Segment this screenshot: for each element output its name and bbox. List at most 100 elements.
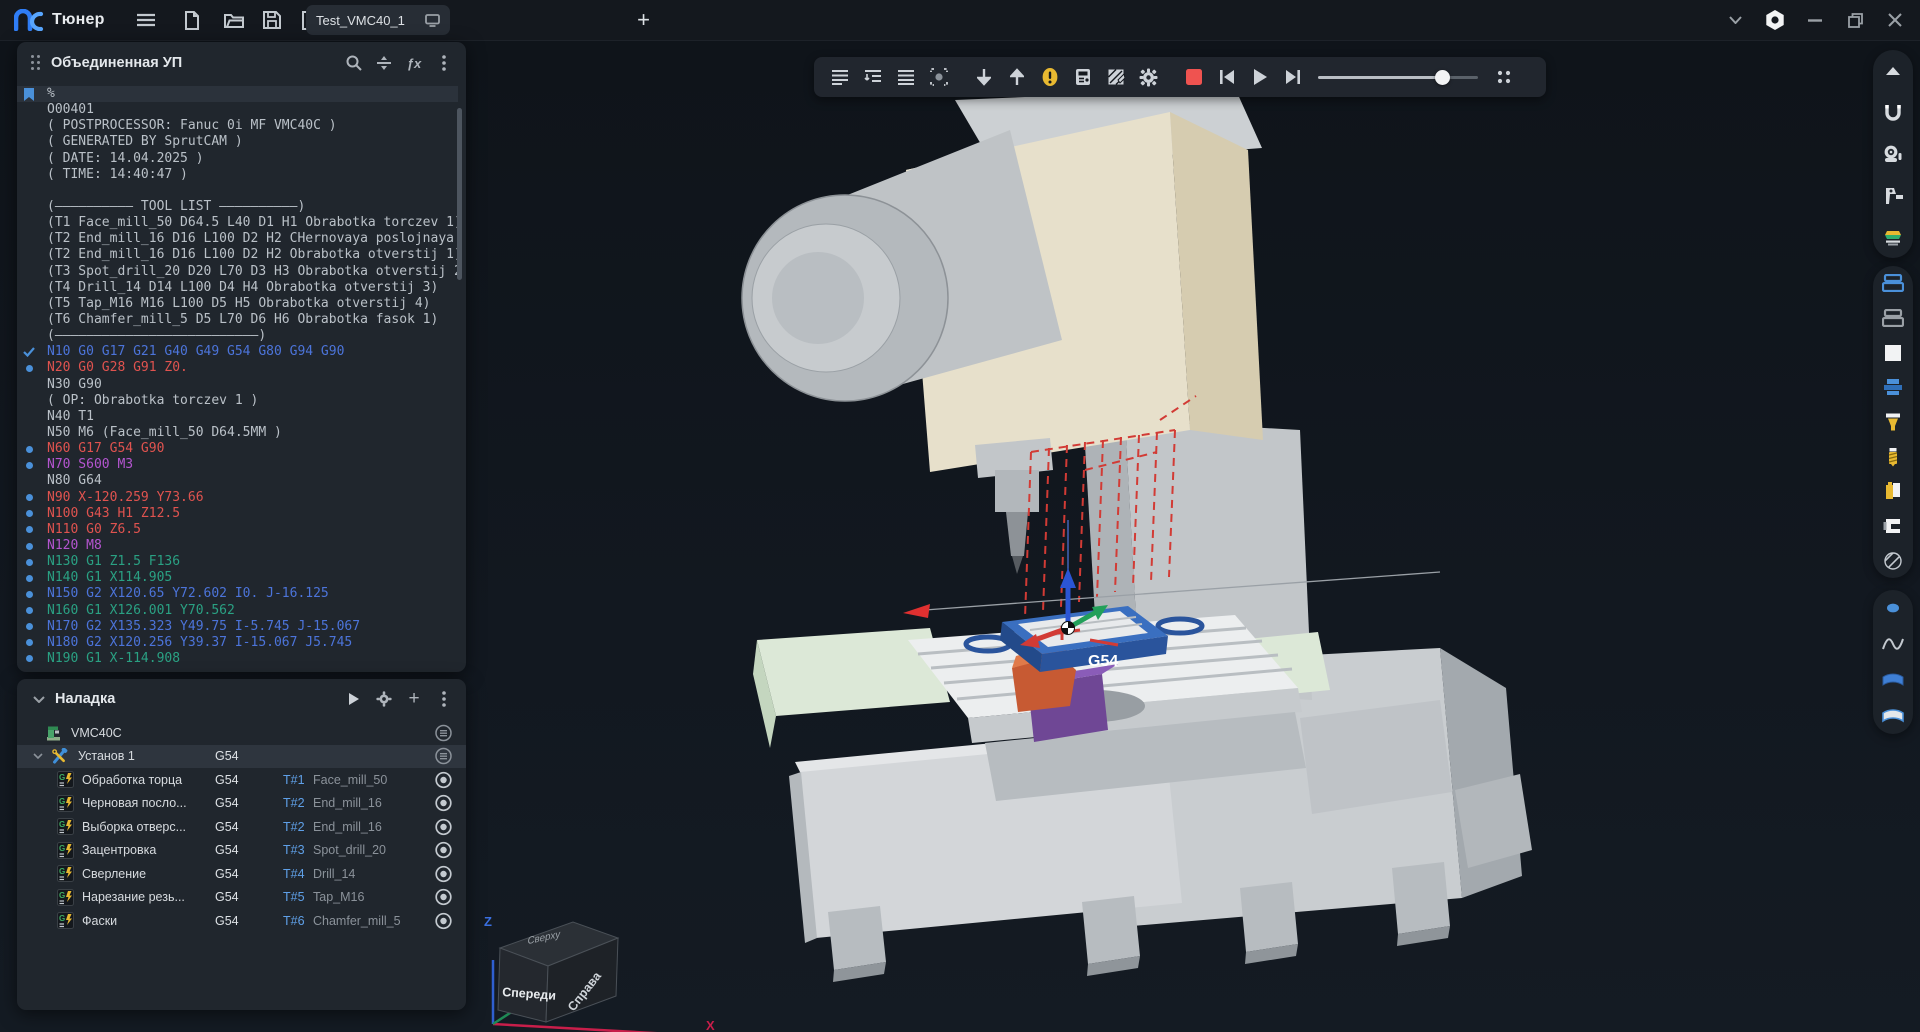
- close-button[interactable]: [1878, 5, 1912, 35]
- tool-assembly-visibility-button[interactable]: [1876, 474, 1910, 508]
- gcode-line[interactable]: N120 M8: [17, 538, 458, 554]
- tree-row-operation[interactable]: G Фаски G54 T#6 Chamfer_mill_5: [17, 909, 466, 933]
- skip-to-end-button[interactable]: [1277, 62, 1308, 92]
- speed-slider[interactable]: [1318, 62, 1478, 92]
- nc-scrollbar-thumb[interactable]: [457, 108, 462, 280]
- add-item-button[interactable]: +: [402, 687, 426, 711]
- setup-more-options-button[interactable]: [432, 687, 456, 711]
- tree-row-operation[interactable]: G Выборка отверс... G54 T#2 End_mill_16: [17, 815, 466, 839]
- gcode-line[interactable]: [17, 183, 458, 199]
- tree-row-operation[interactable]: G Зацентровка G54 T#3 Spot_drill_20: [17, 839, 466, 863]
- gcode-line[interactable]: (T2 End_mill_16 D16 L100 D2 H2 Obrabotka…: [17, 247, 458, 263]
- gcode-line[interactable]: N190 G1 X-114.908: [17, 651, 458, 667]
- material-hatch-visibility-button[interactable]: [1876, 544, 1910, 578]
- gcode-line[interactable]: O00401: [17, 102, 458, 118]
- gcode-line[interactable]: ( OP: Obrabotka torczev 1 ): [17, 393, 458, 409]
- tree-row-operation[interactable]: G Сверление G54 T#4 Drill_14: [17, 862, 466, 886]
- gcode-line[interactable]: N170 G2 X135.323 Y49.75 I-5.745 J-15.067: [17, 619, 458, 635]
- gcode-line[interactable]: N40 T1: [17, 409, 458, 425]
- show-listing-button[interactable]: [890, 62, 921, 92]
- goto-first-line-button[interactable]: [824, 62, 855, 92]
- gcode-line[interactable]: %: [17, 86, 458, 102]
- gcode-line[interactable]: N10 G0 G17 G21 G40 G49 G54 G80 G94 G90: [17, 344, 458, 360]
- gcode-line[interactable]: (T6 Chamfer_mill_5 D5 L70 D6 H6 Obrabotk…: [17, 312, 458, 328]
- window-dropdown-button[interactable]: [1718, 5, 1752, 35]
- toolpath-visibility-button[interactable]: [1876, 627, 1910, 661]
- nc-more-options-button[interactable]: [432, 51, 456, 75]
- step-down-button[interactable]: [968, 62, 999, 92]
- gcode-line[interactable]: N60 G17 G54 G90: [17, 441, 458, 457]
- gcode-line[interactable]: N90 X-120.259 Y73.66: [17, 490, 458, 506]
- new-tab-button[interactable]: +: [627, 5, 661, 35]
- gcode-line[interactable]: N110 G0 Z6.5: [17, 522, 458, 538]
- focus-selection-button[interactable]: [923, 62, 954, 92]
- drag-handle[interactable]: [31, 55, 41, 71]
- save-file-button[interactable]: [255, 5, 289, 35]
- operation-target-button[interactable]: [435, 818, 452, 835]
- machine-visibility-button[interactable]: [1876, 266, 1910, 300]
- gcode-line[interactable]: N130 G1 Z1.5 F136: [17, 554, 458, 570]
- gcode-line[interactable]: ( GENERATED BY SprutCAM ): [17, 134, 458, 150]
- app-settings-button[interactable]: [1758, 5, 1792, 35]
- band-blue-visibility-button[interactable]: [1876, 663, 1910, 697]
- fx-functions-button[interactable]: ƒx: [402, 51, 426, 75]
- speed-slider-knob[interactable]: [1435, 70, 1450, 85]
- warnings-button[interactable]: [1034, 62, 1065, 92]
- gcode-line[interactable]: (——————————————————————————): [17, 328, 458, 344]
- gcode-line[interactable]: (T2 End_mill_16 D16 L100 D2 H2 CHernovay…: [17, 231, 458, 247]
- simulation-camera-button[interactable]: [1876, 137, 1910, 171]
- snap-magnet-button[interactable]: [1876, 95, 1910, 129]
- gcode-line[interactable]: ( TIME: 14:40:47 ): [17, 167, 458, 183]
- operation-target-button[interactable]: [435, 889, 452, 906]
- operation-target-button[interactable]: [435, 795, 452, 812]
- operation-target-button[interactable]: [435, 912, 452, 929]
- tree-row-operation[interactable]: G Черновая посло... G54 T#2 End_mill_16: [17, 792, 466, 816]
- gcode-listing[interactable]: % O00401: [17, 86, 458, 668]
- setup-row-menu-button[interactable]: [435, 748, 452, 765]
- gcode-line[interactable]: N100 G43 H1 Z12.5: [17, 506, 458, 522]
- stop-button[interactable]: [1178, 62, 1209, 92]
- gcode-line[interactable]: (T4 Drill_14 D14 L100 D4 H4 Obrabotka ot…: [17, 280, 458, 296]
- tool-visibility-button[interactable]: [1876, 440, 1910, 474]
- measure-caliper-button[interactable]: [1876, 179, 1910, 213]
- spindle-head-visibility-button[interactable]: [1876, 509, 1910, 543]
- simulation-settings-button[interactable]: [1133, 62, 1164, 92]
- gcode-line[interactable]: N180 G2 X120.256 Y39.37 I-15.067 J5.745: [17, 635, 458, 651]
- collapse-chevron-icon[interactable]: [33, 696, 45, 703]
- view-cube[interactable]: Z X Y Сверху Спереди Справа: [478, 908, 728, 1032]
- band-light-visibility-button[interactable]: [1876, 699, 1910, 733]
- main-menu-button[interactable]: [129, 5, 163, 35]
- open-file-button[interactable]: [217, 5, 251, 35]
- play-button[interactable]: [1244, 62, 1275, 92]
- edit-stock-button[interactable]: [1100, 62, 1131, 92]
- search-button[interactable]: [342, 51, 366, 75]
- gcode-line[interactable]: N20 G0 G28 G91 Z0.: [17, 360, 458, 376]
- workpiece-visibility-button[interactable]: [1876, 336, 1910, 370]
- stock-visibility-button[interactable]: [1876, 220, 1910, 254]
- run-simulation-button[interactable]: [342, 687, 366, 711]
- tree-row-machine[interactable]: VMC40C: [17, 721, 466, 745]
- center-on-line-button[interactable]: [372, 51, 396, 75]
- machine-housing-visibility-button[interactable]: [1876, 301, 1910, 335]
- machine-row-menu-button[interactable]: [435, 724, 452, 741]
- gcode-line[interactable]: ( POSTPROCESSOR: Fanuc 0i MF VMC40C ): [17, 118, 458, 134]
- document-tab[interactable]: Test_VMC40_1: [306, 5, 450, 35]
- gcode-line[interactable]: N70 S600 M3: [17, 457, 458, 473]
- toolholder-visibility-button[interactable]: [1876, 405, 1910, 439]
- gcode-line[interactable]: (T5 Tap_M16 M16 L100 D5 H5 Obrabotka otv…: [17, 296, 458, 312]
- gcode-line[interactable]: N30 G90: [17, 377, 458, 393]
- operation-target-button[interactable]: [435, 842, 452, 859]
- operation-target-button[interactable]: [435, 771, 452, 788]
- collapse-up-button[interactable]: [1876, 54, 1910, 88]
- tree-row-operation[interactable]: G Нарезание резь... G54 T#5 Tap_M16: [17, 886, 466, 910]
- tree-row-operation[interactable]: G Обработка торца G54 T#1 Face_mill_50: [17, 768, 466, 792]
- gcode-line[interactable]: ( DATE: 14.04.2025 ): [17, 151, 458, 167]
- gcode-line[interactable]: N80 G64: [17, 473, 458, 489]
- operation-target-button[interactable]: [435, 865, 452, 882]
- new-file-button[interactable]: [175, 5, 209, 35]
- tree-row-setup[interactable]: Установ 1 G54: [17, 745, 466, 769]
- fixture-visibility-button[interactable]: [1876, 370, 1910, 404]
- gcode-line[interactable]: (T1 Face_mill_50 D64.5 L40 D1 H1 Obrabot…: [17, 215, 458, 231]
- gcode-line[interactable]: N140 G1 X114.905: [17, 570, 458, 586]
- skip-to-start-button[interactable]: [1211, 62, 1242, 92]
